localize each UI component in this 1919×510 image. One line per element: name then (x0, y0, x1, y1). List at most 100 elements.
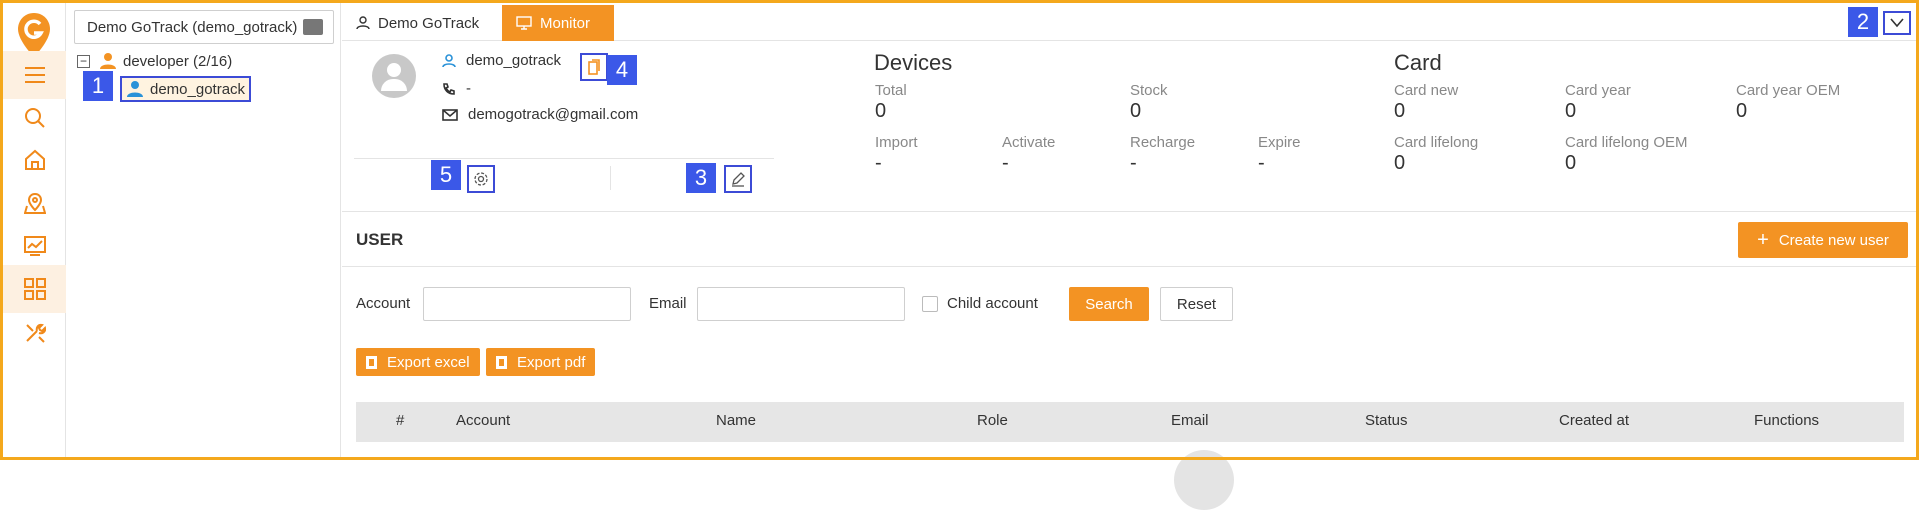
tools-icon[interactable] (3, 309, 66, 357)
stat-label: Expire (1258, 134, 1301, 151)
tab-label: Demo GoTrack (378, 14, 480, 32)
stat-value: 0 (1394, 152, 1406, 174)
user-icon (127, 81, 143, 97)
monitor-icon (516, 16, 532, 30)
devices-title: Devices (874, 50, 953, 75)
stat-value: 0 (875, 100, 887, 122)
column-header[interactable]: Account (456, 412, 510, 429)
email-text: demogotrack@gmail.com (468, 106, 639, 123)
username-text: demo_gotrack (466, 52, 562, 69)
tree-node-label: demo_gotrack (150, 80, 246, 98)
settings-button[interactable] (467, 165, 495, 193)
tree-node-label: developer (2/16) (123, 52, 233, 70)
stat-value: - (875, 152, 882, 174)
account-label: Account (356, 295, 411, 312)
divider (610, 166, 611, 190)
home-icon[interactable] (3, 136, 66, 184)
column-header[interactable]: Email (1171, 412, 1209, 429)
gear-icon (474, 172, 488, 186)
account-input[interactable] (423, 287, 631, 321)
stat-label: Recharge (1130, 134, 1196, 151)
profile-email: demogotrack@gmail.com (442, 106, 638, 123)
user-group-icon (100, 53, 116, 69)
apps-icon[interactable] (3, 265, 66, 313)
column-header[interactable]: Name (716, 412, 756, 429)
stat-label: Card lifelong OEM (1565, 134, 1688, 151)
divider (354, 158, 774, 159)
stat-value: - (1258, 152, 1265, 174)
profile-phone: - (442, 80, 471, 97)
map-icon[interactable] (3, 179, 66, 227)
annotation-tag-3: 3 (686, 163, 716, 193)
avatar (372, 54, 416, 98)
account-select[interactable]: Demo GoTrack (demo_gotrack) (74, 10, 334, 44)
stat-label: Card lifelong (1394, 134, 1479, 151)
stat-label: Card new (1394, 82, 1459, 99)
profile-panel: demo_gotrack - demogotrack@gmail.com Dev… (342, 42, 1916, 212)
column-header[interactable]: Created at (1559, 412, 1629, 429)
create-user-label: Create new user (1778, 231, 1889, 249)
annotation-tag-5: 5 (431, 160, 461, 190)
collapse-icon[interactable]: − (77, 54, 90, 68)
user-table-header: # Account Name Role Email Status Created… (356, 402, 1904, 442)
profile-username: demo_gotrack (442, 52, 561, 69)
phone-icon (443, 82, 455, 95)
main-content: Demo GoTrack Monitor demo_gotrack - demo… (342, 3, 1916, 510)
reset-button[interactable]: Reset (1160, 287, 1233, 321)
tab-monitor[interactable]: Monitor (502, 5, 614, 41)
tree-node-demo-gotrack[interactable]: demo_gotrack (120, 76, 252, 102)
stat-value: 0 (1130, 100, 1142, 122)
user-header: USER + Create new user (342, 213, 1916, 267)
edit-button[interactable] (724, 165, 752, 193)
tab-bar: Demo GoTrack Monitor (342, 3, 1916, 41)
search-icon[interactable] (3, 94, 66, 142)
child-account-checkbox[interactable] (922, 296, 938, 312)
tab-demo-gotrack[interactable]: Demo GoTrack (356, 5, 479, 41)
stat-label: Total (875, 82, 907, 99)
column-header: # (396, 412, 405, 429)
create-user-button[interactable]: + Create new user (1738, 222, 1908, 258)
column-header[interactable]: Role (977, 412, 1008, 429)
loading-indicator (1174, 450, 1234, 510)
stat-label: Import (875, 134, 918, 151)
tree-node-developer[interactable]: − developer (2/16) (77, 50, 232, 72)
collapse-button[interactable] (1883, 11, 1911, 35)
chart-icon[interactable] (3, 222, 66, 270)
column-header[interactable]: Status (1365, 412, 1408, 429)
copy-icon (588, 59, 600, 75)
plus-icon: + (1757, 228, 1769, 251)
user-section-title: USER (356, 230, 404, 249)
copy-button[interactable] (580, 53, 608, 81)
email-input[interactable] (697, 287, 905, 321)
stat-value: 0 (1565, 100, 1577, 122)
stat-value: - (1002, 152, 1009, 174)
phone-text: - (466, 80, 471, 97)
stat-label: Card year (1565, 82, 1631, 99)
stat-label: Stock (1130, 82, 1168, 99)
card-title: Card (1394, 50, 1442, 75)
export-pdf-label: Export pdf (517, 353, 586, 371)
export-excel-button[interactable]: Export excel (356, 348, 480, 376)
mail-icon (442, 108, 458, 121)
column-header: Functions (1754, 412, 1820, 429)
annotation-tag-4: 4 (607, 55, 637, 85)
export-pdf-button[interactable]: Export pdf (486, 348, 596, 376)
tab-label: Monitor (540, 14, 591, 32)
search-button[interactable]: Search (1069, 287, 1149, 321)
menu-icon[interactable] (3, 51, 66, 99)
pdf-icon (496, 355, 507, 369)
stat-label: Card year OEM (1736, 82, 1841, 99)
child-account-label: Child account (947, 295, 1038, 312)
chevron-down-icon (1890, 18, 1904, 28)
stat-value: 0 (1394, 100, 1406, 122)
stat-value: - (1130, 152, 1137, 174)
annotation-tag-2: 2 (1848, 7, 1878, 37)
keyboard-icon[interactable] (303, 19, 323, 35)
account-select-value: Demo GoTrack (demo_gotrack) (87, 18, 298, 36)
stat-label: Activate (1002, 134, 1056, 151)
pencil-icon (732, 172, 745, 187)
user-icon (442, 53, 456, 67)
stat-value: 0 (1736, 100, 1748, 122)
annotation-tag-1: 1 (83, 71, 113, 101)
export-excel-label: Export excel (387, 353, 470, 371)
